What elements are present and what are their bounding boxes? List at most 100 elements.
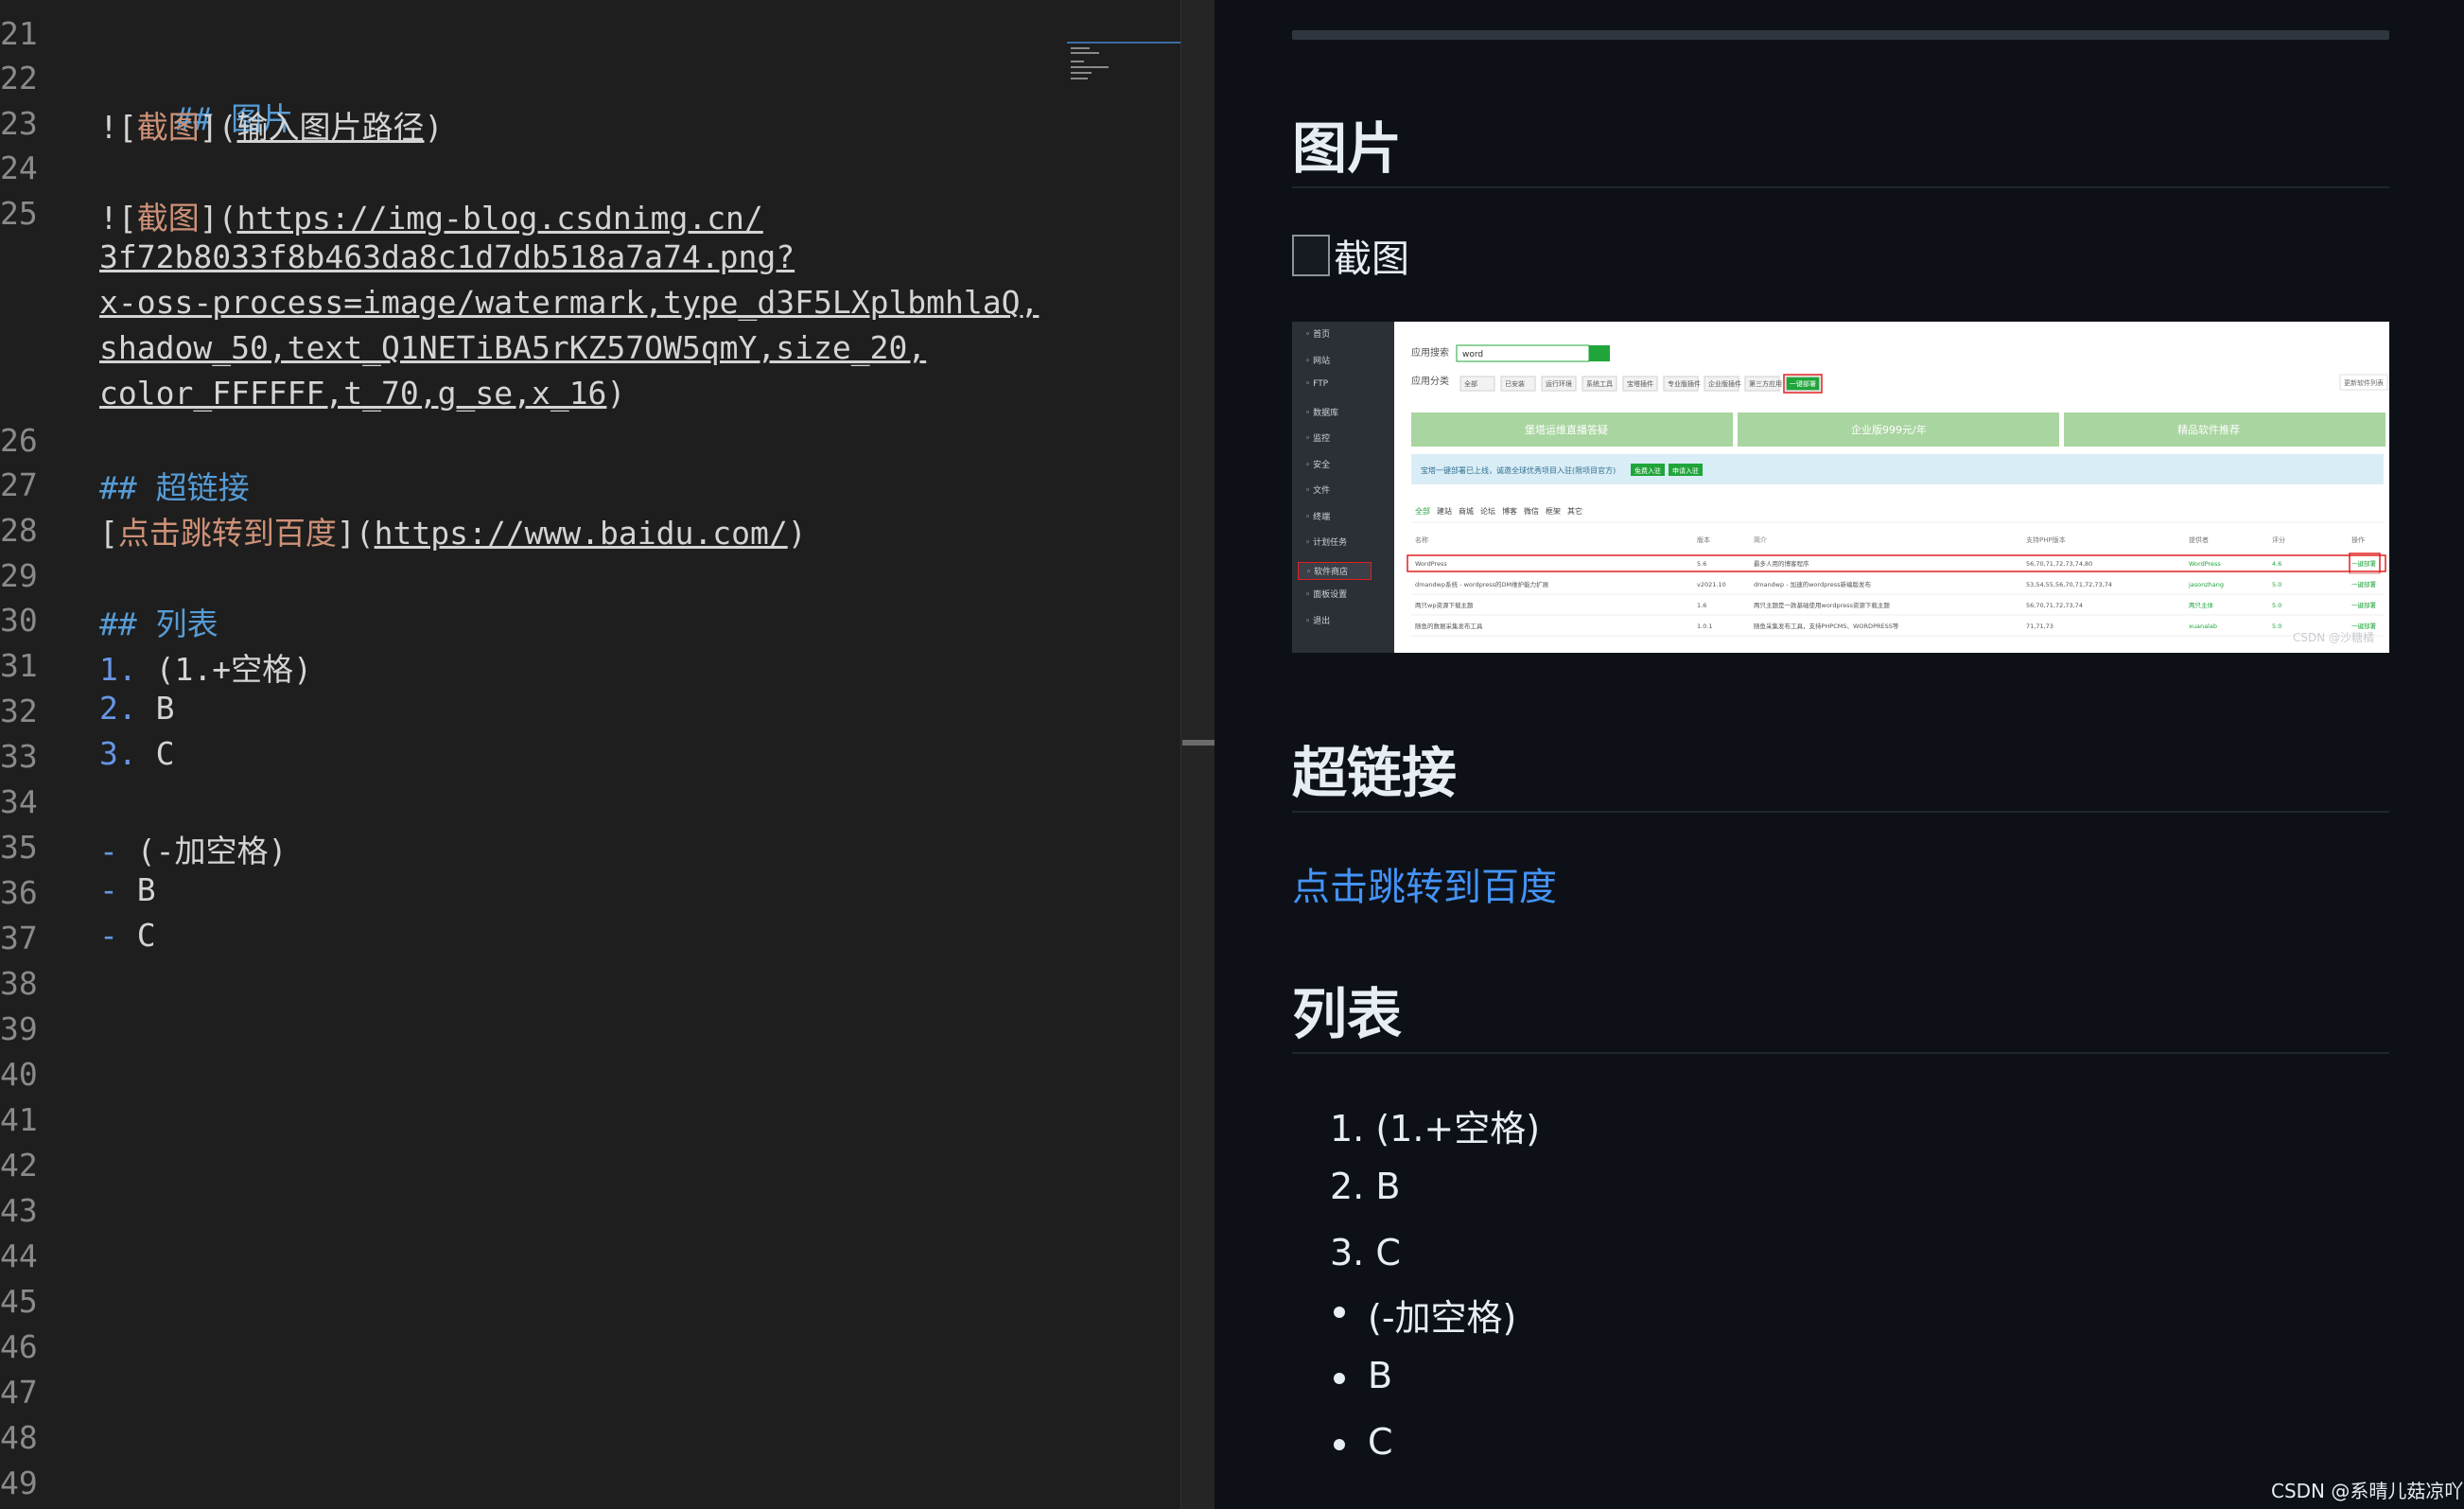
preview-top-rule (1292, 30, 2389, 40)
tabs: 全部 建站 商城 论坛 博客 微信 框架 其它 (1415, 506, 1582, 516)
code-line-31[interactable]: 1. (1.+空格) (99, 644, 312, 690)
table-cell: 5.6 (1697, 560, 1706, 568)
syntax-token: ) (787, 515, 807, 552)
code-line-35[interactable]: - (-加空格) (99, 826, 287, 871)
screenshot-sidebar-item: ◦ 首页 (1305, 330, 1331, 340)
category-label: 已安装 (1505, 379, 1525, 388)
table-header: 操作 (2351, 535, 2365, 544)
category-label: 系统工具 (1586, 379, 1613, 388)
table-cell: 5.0 (2272, 623, 2281, 630)
ordered-list-item: 1. (1.+空格) (1330, 1108, 1541, 1149)
editor-scrollbar[interactable] (1180, 0, 1215, 1509)
table-cell: 53,54,55,56,70,71,72,73,74 (2026, 581, 2112, 588)
table-cell: jasonzhang (2188, 581, 2224, 588)
minimap[interactable] (1067, 40, 1180, 97)
banner-label: 精品软件推荐 (2177, 423, 2240, 436)
table-cell: dmandwp系统 - wordpress的DM维护能力扩展 (1415, 580, 1549, 588)
screenshot-sidebar-item: ◦ 软件商店 (1298, 561, 1372, 580)
code-line-36[interactable]: - B (99, 871, 156, 908)
banners: 堡塔运维直播答疑 企业版999元/年 精品软件推荐 (1411, 412, 2385, 447)
syntax-token: ) (424, 109, 444, 146)
code-line-25-wrap-1[interactable]: 3f72b8033f8b463da8c1d7db518a7a74.png? (99, 238, 795, 275)
table-header: 提供者 (2189, 535, 2209, 544)
table-cell: 71,71,73 (2026, 623, 2053, 630)
category-label: 第三方应用 (1749, 379, 1782, 388)
notice-btn-label: 申请入驻 (1672, 466, 1699, 475)
list-text-token: B (117, 871, 156, 908)
code-line-25[interactable]: ![截图](https://img-blog.csdnimg.cn/ (99, 193, 763, 238)
table-cell: 5.0 (2272, 581, 2281, 588)
link-url-token[interactable]: https://www.baidu.com/ (375, 515, 788, 552)
broken-image-icon (1292, 235, 1330, 276)
tab-label: 论坛 (1480, 506, 1495, 516)
category-label: 专业版插件 (1668, 379, 1701, 388)
banner-label: 堡塔运维直播答疑 (1525, 423, 1608, 436)
baidu-link[interactable]: 点击跳转到百度 (1292, 856, 1557, 911)
row-highlight (1407, 554, 2386, 572)
line-number: 46 (0, 1328, 38, 1365)
line-number: 24 (0, 149, 38, 186)
code-line-25-wrap-3[interactable]: shadow_50,text_Q1NETiBA5rKZ57OW5qmY,size… (99, 329, 926, 366)
list-text-token: B (136, 690, 175, 727)
syntax-token: [ (99, 515, 118, 552)
code-line-27[interactable]: ## 超链接 (99, 463, 250, 508)
table-header: 评分 (2272, 535, 2285, 544)
code-line-25-wrap-4[interactable]: color_FFFFFF,t_70,g_se,x_16) (99, 375, 625, 412)
bullet-list-item: C (1368, 1421, 1393, 1463)
heading-token: ## 列表 (99, 605, 218, 642)
table-cell: xuanalab (2189, 623, 2217, 630)
image-url-token[interactable]: x-oss-process=image/watermark,type_d3F5L… (99, 284, 1039, 321)
table-cell: 随鱼的数据采集发布工具 (1415, 622, 1483, 630)
heading-rule (1292, 811, 2389, 813)
tab-label: 其它 (1567, 506, 1582, 516)
table-cell: 最多人用的博客程序 (1754, 559, 1809, 568)
image-url-token[interactable]: shadow_50,text_Q1NETiBA5rKZ57OW5qmY,size… (99, 329, 926, 366)
code-line-23[interactable]: ![截图](输入图片路径) (99, 102, 443, 148)
line-number: 49 (0, 1465, 38, 1501)
software-table: 名称 版本 简介 支持PHP版本 提供者 评分 操作 WordPress 5.6 最多人用的博客程… (1407, 535, 2386, 637)
markdown-editor[interactable]: 21 22 23 24 25 26 27 28 29 30 31 32 33 34 35 36 37 38 39 40… (0, 0, 1180, 1509)
bullet-list-item: (-加空格) (1368, 1297, 1517, 1339)
editor-scroll-thumb[interactable] (1182, 740, 1215, 746)
line-number: 45 (0, 1283, 38, 1320)
code-line-32[interactable]: 2. B (99, 690, 175, 727)
table-cell: 5.0 (2272, 602, 2281, 609)
image-alt-token: 截图 (136, 200, 200, 237)
bullet-icon (1334, 1439, 1345, 1450)
table-cell: 随鱼采集发布工具，支持PHPCMS、WORDPRESS等 (1754, 622, 1899, 630)
list-marker-token: 3. (99, 735, 137, 772)
table-cell: 两只wp资源下载主题 (1415, 601, 1474, 609)
list-marker-token: - (99, 833, 118, 869)
code-line-33[interactable]: 3. C (99, 735, 175, 772)
line-number: 36 (0, 874, 38, 911)
category-label: 企业版插件 (1708, 379, 1741, 388)
screenshot-main: 应用搜索 word 应用分类 全部 已安装 运行环境 系统工具 宝塔插件 专业版插件 企业版… (1394, 322, 2389, 653)
code-line-37[interactable]: - C (99, 917, 156, 954)
table-cell: 一键部署 (2351, 580, 2377, 588)
screenshot-watermark: CSDN @沙糖橘 (2292, 631, 2374, 644)
line-number: 44 (0, 1237, 38, 1274)
banner-label: 企业版999元/年 (1851, 423, 1927, 436)
search-label: 应用搜索 (1411, 346, 1449, 359)
image-url-token[interactable]: color_FFFFFF,t_70,g_se,x_16 (99, 375, 606, 412)
line-number: 21 (0, 15, 38, 52)
heading-rule (1292, 1052, 2389, 1054)
image-url-token[interactable]: 3f72b8033f8b463da8c1d7db518a7a74.png? (99, 238, 795, 275)
code-line-28[interactable]: [点击跳转到百度](https://www.baidu.com/) (99, 508, 807, 553)
line-number: 23 (0, 105, 38, 142)
image-url-token[interactable]: https://img-blog.csdnimg.cn/ (237, 200, 763, 237)
screenshot-sidebar-item: ◦ 计划任务 (1305, 538, 1348, 548)
more-label: 更新软件列表 (2344, 378, 2384, 387)
list-marker-token: 1. (99, 651, 137, 688)
list-text-token: C (117, 917, 156, 954)
image-url-token: 输入图片路径 (236, 109, 425, 146)
table-header: 简介 (1754, 535, 1767, 544)
table-cell: WordPress (1415, 560, 1447, 568)
screenshot-sidebar-item: ◦ 文件 (1305, 486, 1331, 496)
code-line-25-wrap-2[interactable]: x-oss-process=image/watermark,type_d3F5L… (99, 284, 1039, 321)
code-line-30[interactable]: ## 列表 (99, 599, 218, 644)
tab-label: 商城 (1459, 506, 1474, 516)
embedded-screenshot-image: ◦ 首页 ◦ 网站 ◦ FTP ◦ 数据库 ◦ 监控 ◦ 安全 ◦ 文件 ◦ 终端 ◦ 计划任务… (1292, 322, 2389, 653)
list-text-token: (-加空格) (117, 833, 288, 869)
screenshot-sidebar-item: ◦ 终端 (1305, 512, 1331, 522)
